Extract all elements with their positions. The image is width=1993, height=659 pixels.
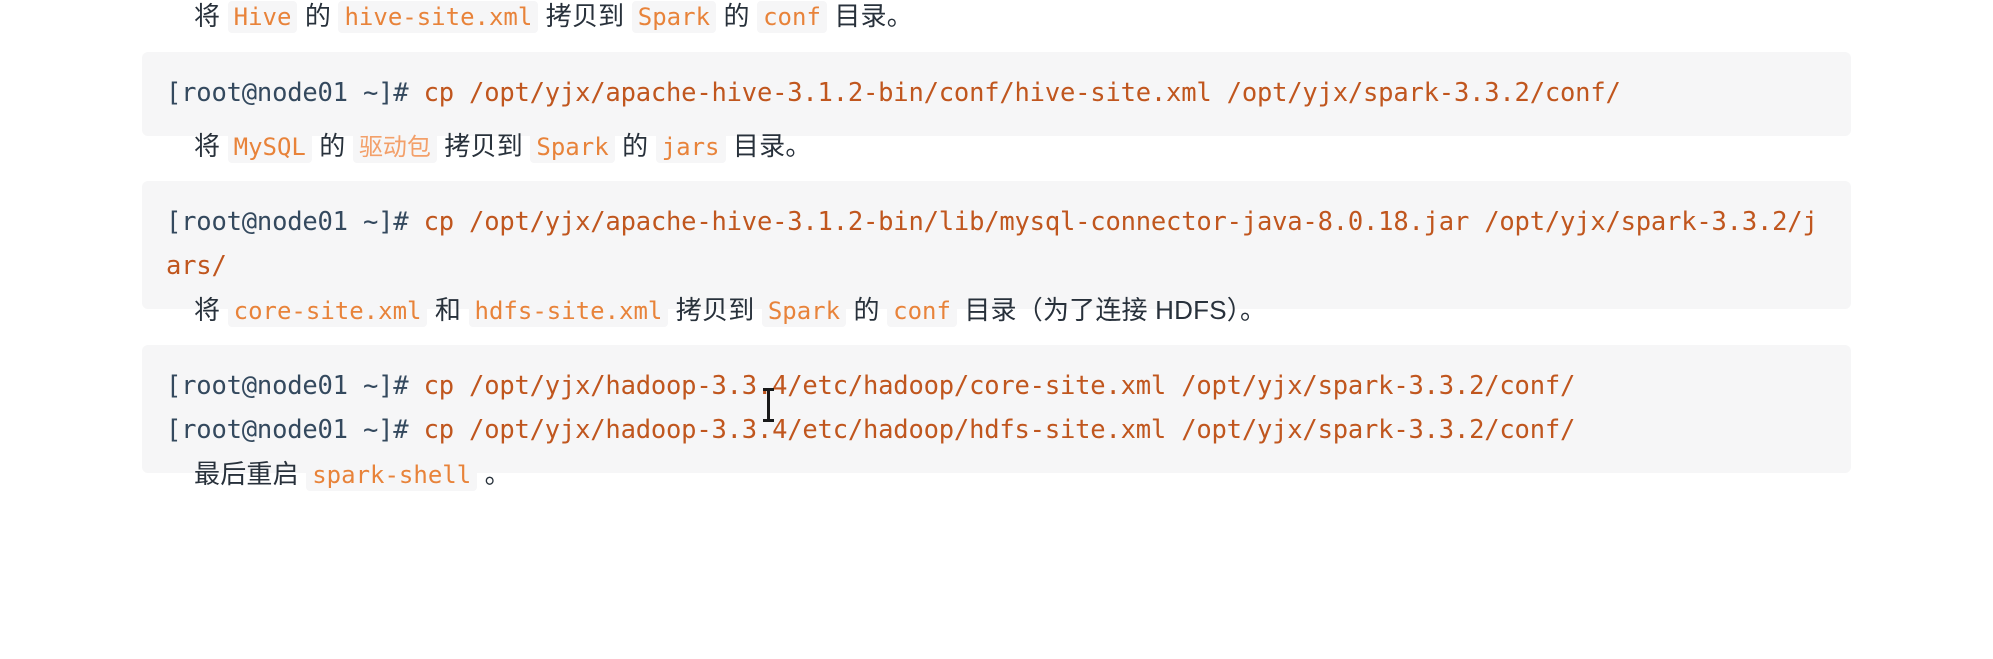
document-page: 将 Hive 的 hive-site.xml 拷贝到 Spark 的 conf … [0,0,1993,659]
inline-code-spark: Spark [530,131,615,163]
paragraph-core-hdfs-site-xml: 将 core-site.xml 和 hdfs-site.xml 拷贝到 Spar… [142,288,1266,334]
paragraph-text: 最后重启 [194,459,307,489]
inline-code-hive-site-xml: hive-site.xml [338,1,539,33]
inline-code-mysql: MySQL [227,131,312,163]
paragraph-text: 将 [194,295,228,325]
paragraph-text: 将 [194,131,228,161]
paragraph-text: 的 [297,1,339,31]
paragraph-text: 的 [716,1,758,31]
code-line: [root@node01 ~]# cp /opt/yjx/hadoop-3.3.… [166,409,1827,453]
shell-command: cp /opt/yjx/apache-hive-3.1.2-bin/conf/h… [408,78,1621,108]
shell-command: cp /opt/yjx/hadoop-3.3.4/etc/hadoop/hdfs… [408,414,1576,445]
inline-code-conf: conf [757,1,827,33]
paragraph-text: 的 [614,131,656,161]
inline-code-jars: jars [655,131,726,163]
inline-code-spark: Spark [631,1,717,33]
inline-code-core-site-xml: core-site.xml [227,295,428,327]
shell-prompt: [root@node01 ~]# [166,207,409,237]
inline-code-conf: conf [887,295,957,327]
inline-code-spark: Spark [761,295,847,327]
paragraph-text: 的 [846,295,888,325]
inline-code-[interactable]: 驱动包 [352,131,437,163]
paragraph-text: 目录。 [826,1,913,31]
paragraph-restart-spark-shell: 最后重启 spark-shell 。 [142,452,511,498]
shell-command: cp /opt/yjx/hadoop-3.3.4/etc/hadoop/core… [408,371,1576,401]
paragraph-text: 。 [477,459,511,489]
code-line: [root@node01 ~]# cp /opt/yjx/hadoop-3.3.… [166,365,1827,409]
paragraph-text: 拷贝到 [538,1,632,31]
code-line: [root@node01 ~]# cp /opt/yjx/apache-hive… [166,72,1827,116]
shell-prompt: [root@node01 ~]# [166,78,409,108]
paragraph-text: 的 [311,131,353,161]
paragraph-text: 将 [194,1,228,31]
inline-code-hive: Hive [227,1,298,33]
shell-prompt: [root@node01 ~]# [166,371,409,401]
inline-code-spark-shell: spark-shell [306,459,478,491]
paragraph-mysql-driver: 将 MySQL 的 驱动包 拷贝到 Spark 的 jars 目录。 [142,124,812,170]
paragraph-text: 拷贝到 [668,295,762,325]
inline-code-hdfs-site-xml: hdfs-site.xml [468,295,669,327]
shell-prompt: [root@node01 ~]# [166,414,409,445]
paragraph-text: 目录。 [725,131,812,161]
code-line: [root@node01 ~]# cp /opt/yjx/apache-hive… [166,201,1827,289]
paragraph-hive-site-xml: 将 Hive 的 hive-site.xml 拷贝到 Spark 的 conf … [142,0,913,40]
paragraph-text: 拷贝到 [436,131,531,161]
paragraph-text: 目录（为了连接 HDFS）。 [956,295,1267,325]
shell-command: cp /opt/yjx/apache-hive-3.1.2-bin/lib/my… [166,207,1818,281]
paragraph-text: 和 [427,295,469,325]
